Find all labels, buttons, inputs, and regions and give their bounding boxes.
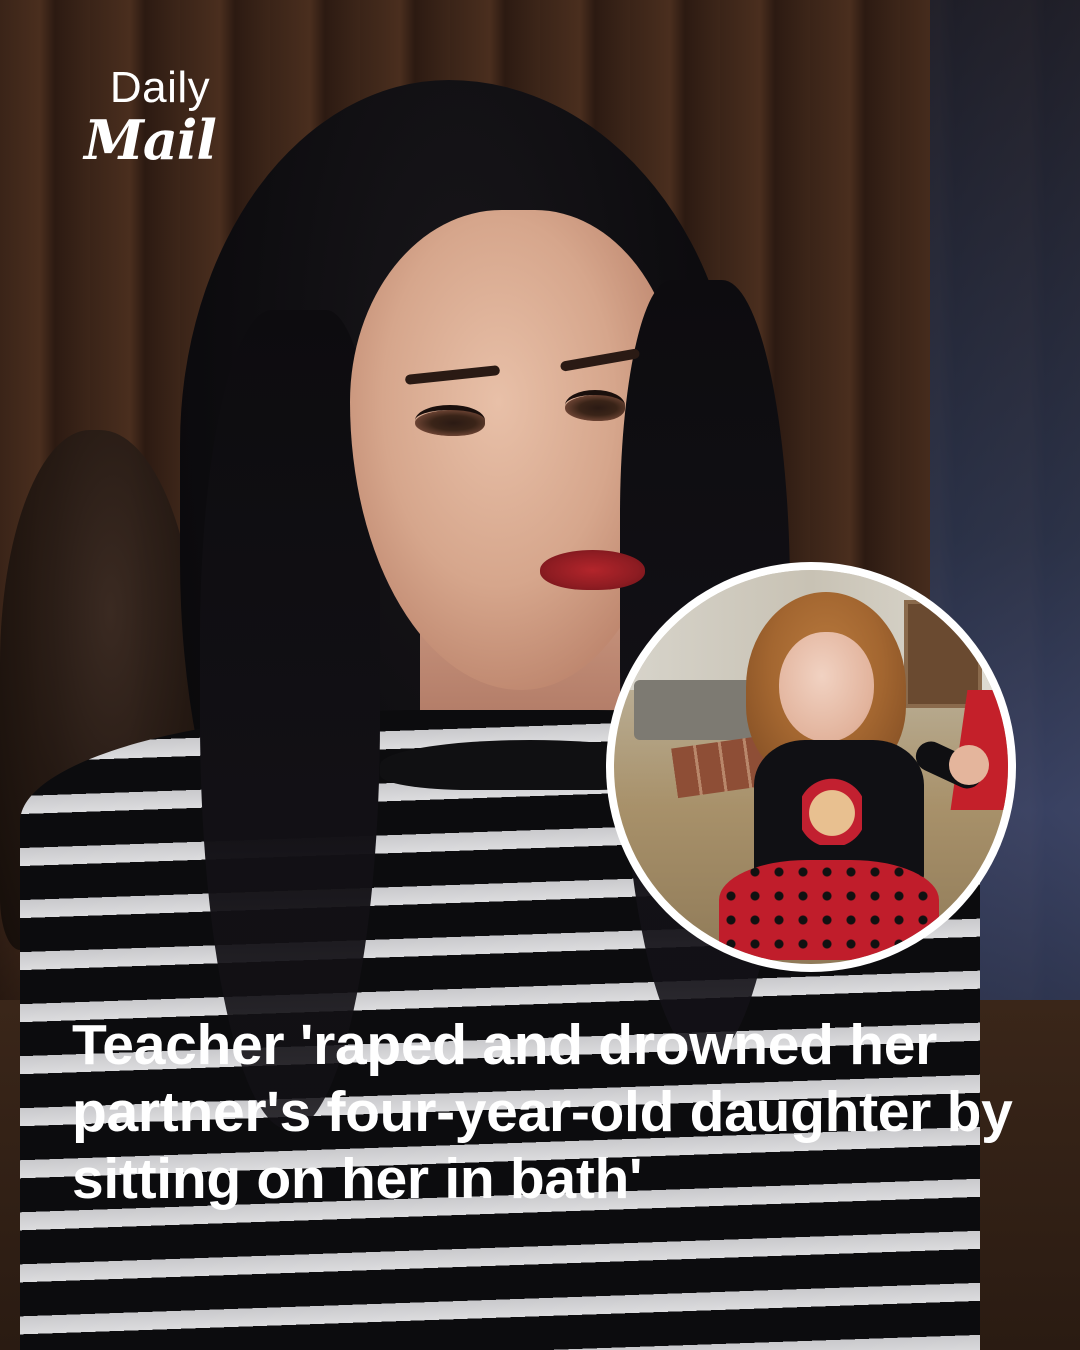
subject-eye-left: [415, 405, 485, 436]
logo-daily-text: Daily: [109, 63, 211, 112]
child-hand: [949, 745, 989, 785]
daily-mail-logo: Daily Mail: [70, 63, 230, 172]
inset-photo: [614, 570, 1008, 964]
inset-photo-frame: [606, 562, 1016, 972]
headline: Teacher 'raped and drowned her partner's…: [72, 1013, 1013, 1211]
child-skirt: [719, 860, 939, 960]
minnie-mouse-print: [802, 765, 862, 845]
child-face: [779, 632, 874, 742]
subject-eye-right: [565, 390, 625, 421]
logo-mail-text: Mail: [84, 108, 217, 172]
social-post-card: Daily Mail Teacher 'raped and drowned he…: [0, 0, 1080, 1350]
